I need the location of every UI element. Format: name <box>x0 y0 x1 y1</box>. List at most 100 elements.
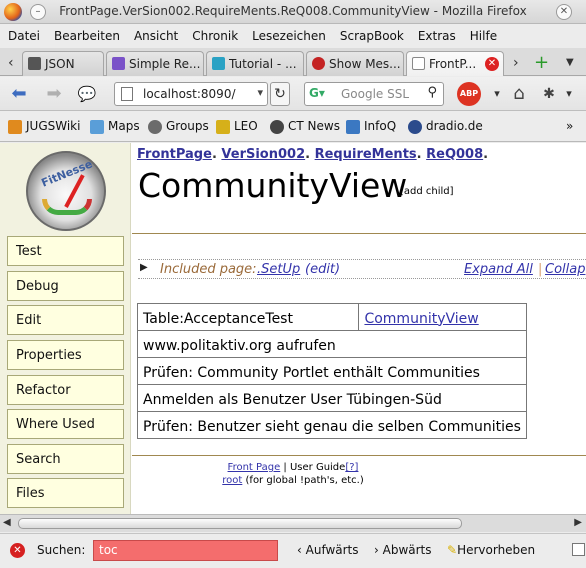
url-bar[interactable]: localhost:8090/ ▾ <box>114 82 268 106</box>
breadcrumb-version002[interactable]: VerSion002 <box>221 147 305 162</box>
bug-icon[interactable]: ✱ <box>538 83 560 105</box>
sidebar-item-edit[interactable]: Edit <box>7 305 124 335</box>
new-tab-plus-icon[interactable]: + <box>534 52 549 73</box>
tabs-scroll-right-icon[interactable]: › <box>513 55 519 71</box>
horizontal-scrollbar[interactable]: ◀ ▶ <box>0 514 586 532</box>
fitnesse-sidebar: FitNesse Test Debug Edit Properties Refa… <box>0 143 131 514</box>
forward-arrow-icon[interactable]: ➡ <box>43 83 65 105</box>
menu-datei[interactable]: Datei <box>0 25 46 43</box>
navigation-toolbar: ⬅ ➡ 💬 localhost:8090/ ▾ ↻ G▾ Google SSL … <box>0 77 586 111</box>
sidebar-item-debug[interactable]: Debug <box>7 271 124 301</box>
menu-scrapbook[interactable]: ScrapBook <box>332 25 410 43</box>
sidebar-item-refactor[interactable]: Refactor <box>7 375 124 405</box>
window-close-icon[interactable]: ✕ <box>556 4 572 20</box>
sidebar-item-properties[interactable]: Properties <box>7 340 124 370</box>
tab-label: Simple Re... <box>129 57 201 71</box>
search-input[interactable]: G▾ Google SSL ⚲ <box>304 82 444 106</box>
root-link[interactable]: root <box>222 475 242 486</box>
header-divider <box>132 233 586 234</box>
reload-icon[interactable]: ↻ <box>270 82 290 106</box>
bookmark-label: Groups <box>166 119 209 133</box>
speech-bubble-icon[interactable]: 💬 <box>76 83 98 105</box>
bookmark-ct-news[interactable]: CT News <box>270 119 340 134</box>
close-findbar-icon[interactable]: ✕ <box>10 543 25 558</box>
close-tab-icon[interactable]: ✕ <box>485 57 499 71</box>
footer-divider <box>132 455 586 456</box>
collapse-all-link[interactable]: Collap <box>545 262 585 277</box>
page-tab-icon <box>112 57 125 70</box>
table-row: Prüfen: Community Portlet enthält Commun… <box>137 357 527 385</box>
sidebar-item-files[interactable]: Files <box>7 478 124 508</box>
scroll-left-arrow-icon[interactable]: ◀ <box>3 517 11 528</box>
table-cell: Anmelden als Benutzer User Tübingen-Süd <box>137 384 527 412</box>
binoculars-search-icon[interactable]: ⚲ <box>427 85 437 100</box>
page-title: CommunityView <box>138 166 408 205</box>
tab-show-mes[interactable]: Show Mes... <box>306 51 404 76</box>
down-chevron-icon: › <box>374 543 383 557</box>
bookmark-maps[interactable]: Maps <box>90 119 140 134</box>
tab-label: Tutorial - ... <box>229 57 297 71</box>
breadcrumb-frontpage[interactable]: FrontPage <box>137 147 212 162</box>
expand-triangle-icon[interactable]: ▶ <box>140 262 148 273</box>
back-arrow-icon[interactable]: ⬅ <box>8 83 30 105</box>
add-child-link[interactable]: [add child] <box>400 186 454 197</box>
up-chevron-icon: ‹ <box>297 543 306 557</box>
tab-tutorial[interactable]: Tutorial - ... <box>206 51 304 76</box>
scroll-right-arrow-icon[interactable]: ▶ <box>574 517 582 528</box>
page-content: FitNesse Test Debug Edit Properties Refa… <box>0 143 586 514</box>
page-identity-icon <box>121 87 133 101</box>
bookmark-label: LEO <box>234 119 258 133</box>
bookmarks-overflow-chevron-icon[interactable]: » <box>566 119 573 133</box>
url-history-dropdown-icon[interactable]: ▾ <box>257 86 263 99</box>
sidebar-item-test[interactable]: Test <box>7 236 124 266</box>
table-row: www.politaktiv.org aufrufen <box>137 330 527 358</box>
table-header-row: Table:AcceptanceTest CommunityView <box>136 303 527 331</box>
bookmark-groups[interactable]: Groups <box>148 119 209 134</box>
expand-all-link[interactable]: Expand All <box>464 262 533 277</box>
menu-bearbeiten[interactable]: Bearbeiten <box>46 25 126 43</box>
menu-chronik[interactable]: Chronik <box>184 25 244 43</box>
page-tab-icon <box>412 57 425 70</box>
find-next-button[interactable]: › Abwärts <box>374 543 432 557</box>
adblock-plus-icon[interactable]: ABP <box>457 82 481 106</box>
menu-extras[interactable]: Extras <box>410 25 462 43</box>
tab-label: JSON <box>45 57 75 71</box>
bookmark-jugswiki[interactable]: JUGSWiki <box>8 119 80 134</box>
search-engine-icon[interactable]: G▾ <box>309 86 325 102</box>
tab-label: FrontP... <box>429 57 477 71</box>
fitnesse-logo-icon[interactable]: FitNesse <box>26 151 106 231</box>
tab-frontpage[interactable]: FrontP... ✕ <box>406 51 504 76</box>
communityview-link[interactable]: CommunityView <box>358 303 527 331</box>
acceptance-test-table: Table:AcceptanceTest CommunityView www.p… <box>136 303 527 439</box>
user-guide-help-link[interactable]: [?] <box>345 462 358 473</box>
setup-link[interactable]: .SetUp <box>257 262 300 277</box>
match-case-checkbox[interactable] <box>572 543 585 556</box>
setup-edit-link[interactable]: (edit) <box>305 262 340 277</box>
breadcrumb-req008[interactable]: ReQ008 <box>426 147 483 162</box>
bookmark-label: InfoQ <box>364 119 397 133</box>
bookmark-infoq[interactable]: InfoQ <box>346 119 397 134</box>
menu-ansicht[interactable]: Ansicht <box>126 25 184 43</box>
menu-hilfe[interactable]: Hilfe <box>462 25 503 43</box>
opera-tab-icon <box>312 57 325 70</box>
menu-lesezeichen[interactable]: Lesezeichen <box>244 25 332 43</box>
find-previous-button[interactable]: ‹ Aufwärts <box>297 543 359 557</box>
tab-json[interactable]: JSON <box>22 51 104 76</box>
scrollbar-thumb[interactable] <box>18 518 462 529</box>
breadcrumb-requirements[interactable]: RequireMents <box>315 147 417 162</box>
home-icon[interactable]: ⌂ <box>508 83 530 105</box>
highlight-all-button[interactable]: ✎Hervorheben <box>447 543 535 557</box>
tabs-scroll-left-icon[interactable]: ‹ <box>8 55 14 71</box>
search-placeholder: Google SSL <box>341 87 410 101</box>
find-input[interactable]: toc <box>93 540 278 561</box>
adblock-dropdown-icon[interactable]: ▾ <box>486 83 508 105</box>
terminal-tab-icon <box>212 57 225 70</box>
tab-list-dropdown-icon[interactable]: ▼ <box>566 57 574 68</box>
bug-dropdown-icon[interactable]: ▾ <box>558 83 580 105</box>
bookmark-dradio[interactable]: dradio.de <box>408 119 483 134</box>
front-page-link[interactable]: Front Page <box>228 462 281 473</box>
sidebar-item-where-used[interactable]: Where Used <box>7 409 124 439</box>
sidebar-item-search[interactable]: Search <box>7 444 124 474</box>
tab-simple-re[interactable]: Simple Re... <box>106 51 204 76</box>
bookmark-leo[interactable]: LEO <box>216 119 258 134</box>
